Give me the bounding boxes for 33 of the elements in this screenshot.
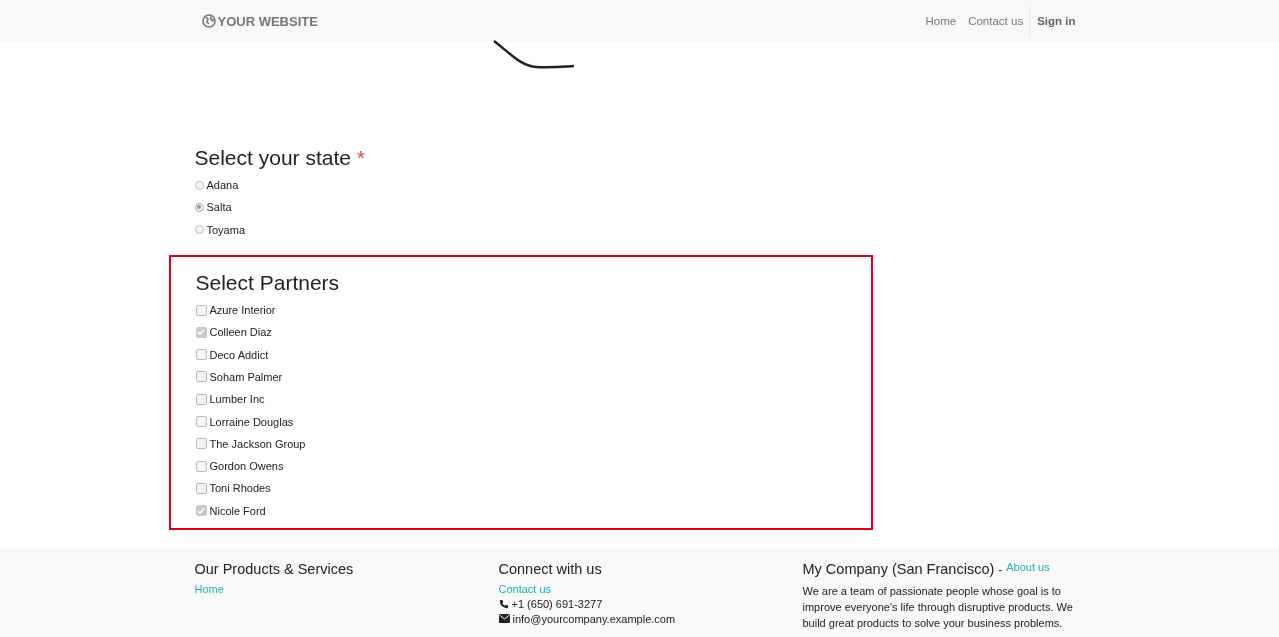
option-label: Gordon Owens bbox=[209, 460, 284, 473]
phone-icon bbox=[498, 598, 509, 609]
footer-link[interactable]: Home bbox=[194, 582, 224, 595]
sign-in-link[interactable]: Sign in bbox=[1030, 15, 1082, 27]
option-label: Soham Palmer bbox=[209, 370, 283, 383]
globe-icon bbox=[201, 14, 216, 28]
email-address: info@yourcompany.example.com bbox=[512, 612, 676, 625]
envelope-icon bbox=[498, 614, 510, 624]
separator: - bbox=[998, 562, 1003, 577]
option-label: The Jackson Group bbox=[209, 437, 306, 450]
option-label: Toni Rhodes bbox=[209, 482, 271, 495]
phone-number: +1 (650) 691-3277 bbox=[511, 597, 603, 610]
option-label: Adana bbox=[206, 179, 239, 192]
option-label: Deco Addict bbox=[209, 348, 269, 361]
question-title: Select Partners bbox=[195, 270, 341, 295]
footer-heading: My Company (San Francisco) bbox=[802, 560, 995, 577]
question-title: Select your state * bbox=[194, 146, 366, 170]
option-label: Lumber Inc bbox=[209, 393, 265, 406]
option-label: Toyama bbox=[206, 223, 246, 236]
footer-heading: Our Products & Services bbox=[194, 560, 355, 577]
about-link[interactable]: About us bbox=[1006, 560, 1050, 573]
company-description: We are a team of passionate people whose goal is to improve everyone's life through disruptive products. We build great products to solve your business problems. bbox=[802, 583, 1074, 631]
option-label: Salta bbox=[206, 201, 232, 214]
option-label: Colleen Diaz bbox=[209, 326, 272, 339]
nav-link[interactable]: Home bbox=[919, 15, 963, 27]
site-logo[interactable]: YOUR WEBSITE bbox=[217, 13, 318, 29]
footer-heading: Connect with us bbox=[498, 560, 603, 577]
required-mark: * bbox=[356, 146, 365, 169]
option-label: Azure Interior bbox=[209, 304, 276, 317]
option-label: Nicole Ford bbox=[209, 504, 266, 517]
footer-link[interactable]: Contact us bbox=[498, 582, 552, 595]
option-label: Lorraine Douglas bbox=[209, 415, 294, 428]
nav-link[interactable]: Contact us bbox=[962, 15, 1030, 27]
